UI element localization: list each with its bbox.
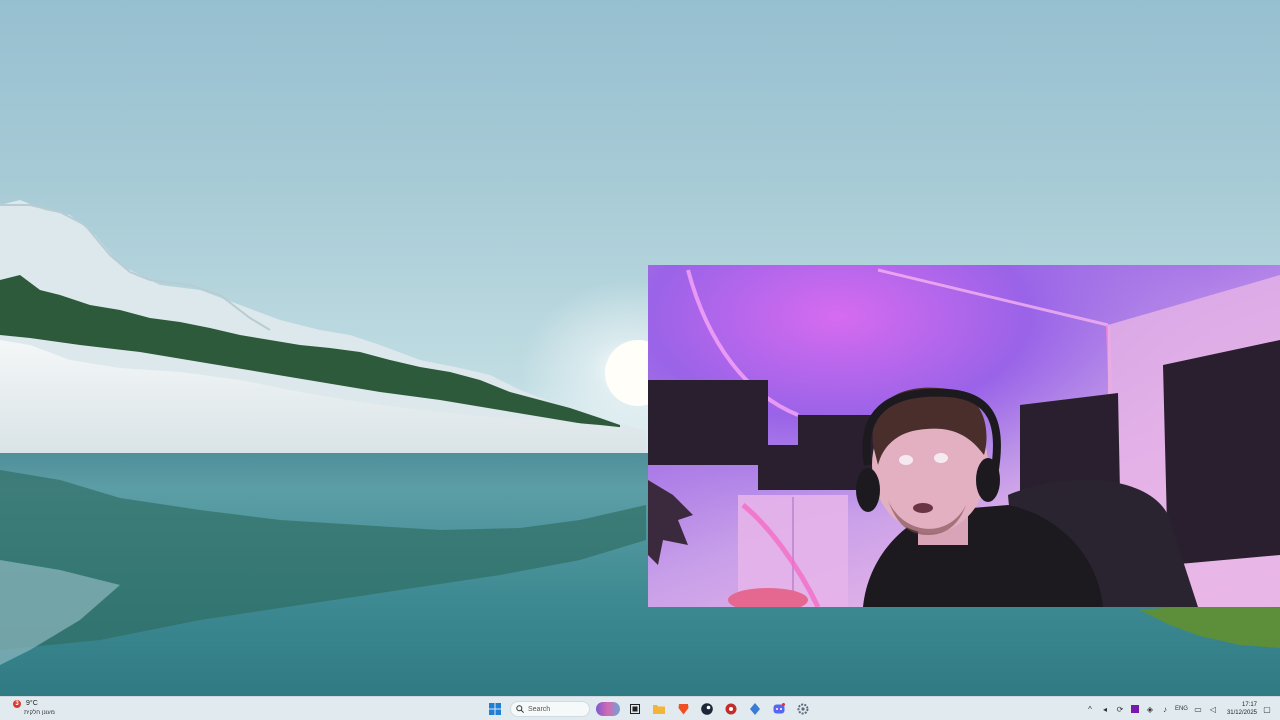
tray-sync-icon[interactable]: ⟳ xyxy=(1115,704,1125,714)
brave-button[interactable] xyxy=(674,700,692,718)
clock-date: 31/12/2025 xyxy=(1226,710,1257,716)
windows-start-icon xyxy=(489,703,501,715)
weather-desc: מעונן חלקית xyxy=(24,710,55,716)
taskbar: 3 9°C מעונן חלקית Search ^ ◂ ⟳ ◈ ♪ ENG ▭… xyxy=(0,696,1280,720)
taskbar-center: Search xyxy=(486,699,812,719)
weather-temp: 9°C xyxy=(26,700,38,707)
start-button[interactable] xyxy=(486,700,504,718)
clock[interactable]: 17:17 31/12/2025 xyxy=(1227,701,1257,717)
system-tray: ^ ◂ ⟳ ◈ ♪ ENG ▭ ◁ 17:17 31/12/2025 ▢ xyxy=(1085,699,1272,719)
brave-lion-icon xyxy=(678,704,688,715)
weather-widget[interactable]: 3 9°C מעונן חלקית xyxy=(10,699,80,719)
webcam-feed xyxy=(648,265,1280,607)
discord-button[interactable] xyxy=(770,700,788,718)
settings-button[interactable] xyxy=(794,700,812,718)
search-icon xyxy=(516,705,524,713)
microphone-icon[interactable]: ♪ xyxy=(1160,704,1170,714)
discord-icon xyxy=(773,703,785,714)
red-app-button[interactable] xyxy=(722,700,740,718)
steam-icon xyxy=(701,703,713,715)
search-input[interactable]: Search xyxy=(510,701,590,717)
volume-icon[interactable]: ◁ xyxy=(1208,704,1218,714)
tray-app-icon[interactable]: ◂ xyxy=(1100,704,1110,714)
network-icon[interactable]: ▭ xyxy=(1193,704,1203,714)
notification-icon[interactable]: ▢ xyxy=(1262,704,1272,714)
search-label: Search xyxy=(528,705,551,713)
blue-app-button[interactable] xyxy=(746,700,764,718)
webcam-overlay[interactable] xyxy=(648,265,1280,607)
weather-badge: 3 xyxy=(13,700,21,708)
clock-time: 17:17 xyxy=(1241,702,1257,708)
red-app-icon xyxy=(725,703,737,715)
folder-icon xyxy=(653,705,665,714)
task-view-button[interactable] xyxy=(626,700,644,718)
steam-button[interactable] xyxy=(698,700,716,718)
tray-onenote-icon[interactable] xyxy=(1130,704,1140,714)
gear-icon xyxy=(797,703,809,715)
task-view-icon xyxy=(630,704,640,714)
copilot-icon[interactable] xyxy=(596,702,620,716)
language-indicator[interactable]: ENG xyxy=(1175,706,1188,712)
tray-app2-icon[interactable]: ◈ xyxy=(1145,704,1155,714)
blue-diamond-icon xyxy=(750,703,760,715)
chevron-up-icon[interactable]: ^ xyxy=(1085,704,1095,714)
file-explorer-button[interactable] xyxy=(650,700,668,718)
